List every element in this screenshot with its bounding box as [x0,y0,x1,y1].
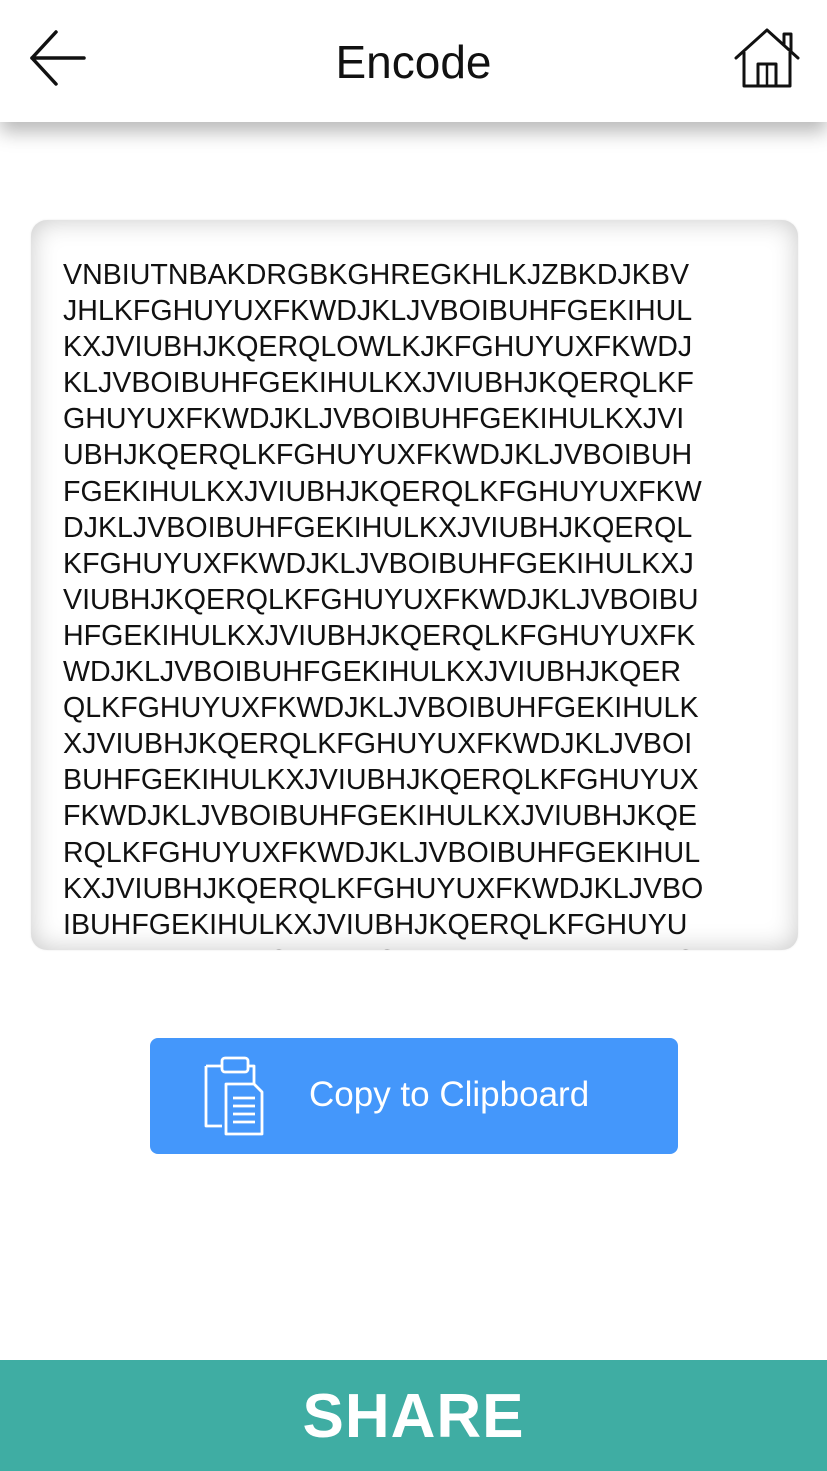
app-header: Encode [0,0,827,122]
encoded-text[interactable]: VNBIUTNBAKDRGBKGHREGKHLKJZBKDJKBV JHLKFG… [63,257,775,950]
copy-button-label: Copy to Clipboard [309,1075,590,1114]
home-icon [734,28,800,88]
page-title: Encode [335,36,492,88]
encoded-text-card[interactable]: VNBIUTNBAKDRGBKGHREGKHLKJZBKDJKBV JHLKFG… [31,220,798,950]
share-button[interactable]: SHARE [0,1360,827,1471]
clipboard-icon [204,1056,264,1136]
home-button[interactable] [730,22,804,94]
copy-to-clipboard-button[interactable]: Copy to Clipboard [150,1038,678,1154]
arrow-left-icon [30,30,86,86]
encode-screen: Encode VNBIUTNBAKDRGBKGHREGKHLKJZBKDJKBV… [0,0,827,1471]
back-button[interactable] [24,22,94,94]
share-button-label: SHARE [302,1382,525,1451]
